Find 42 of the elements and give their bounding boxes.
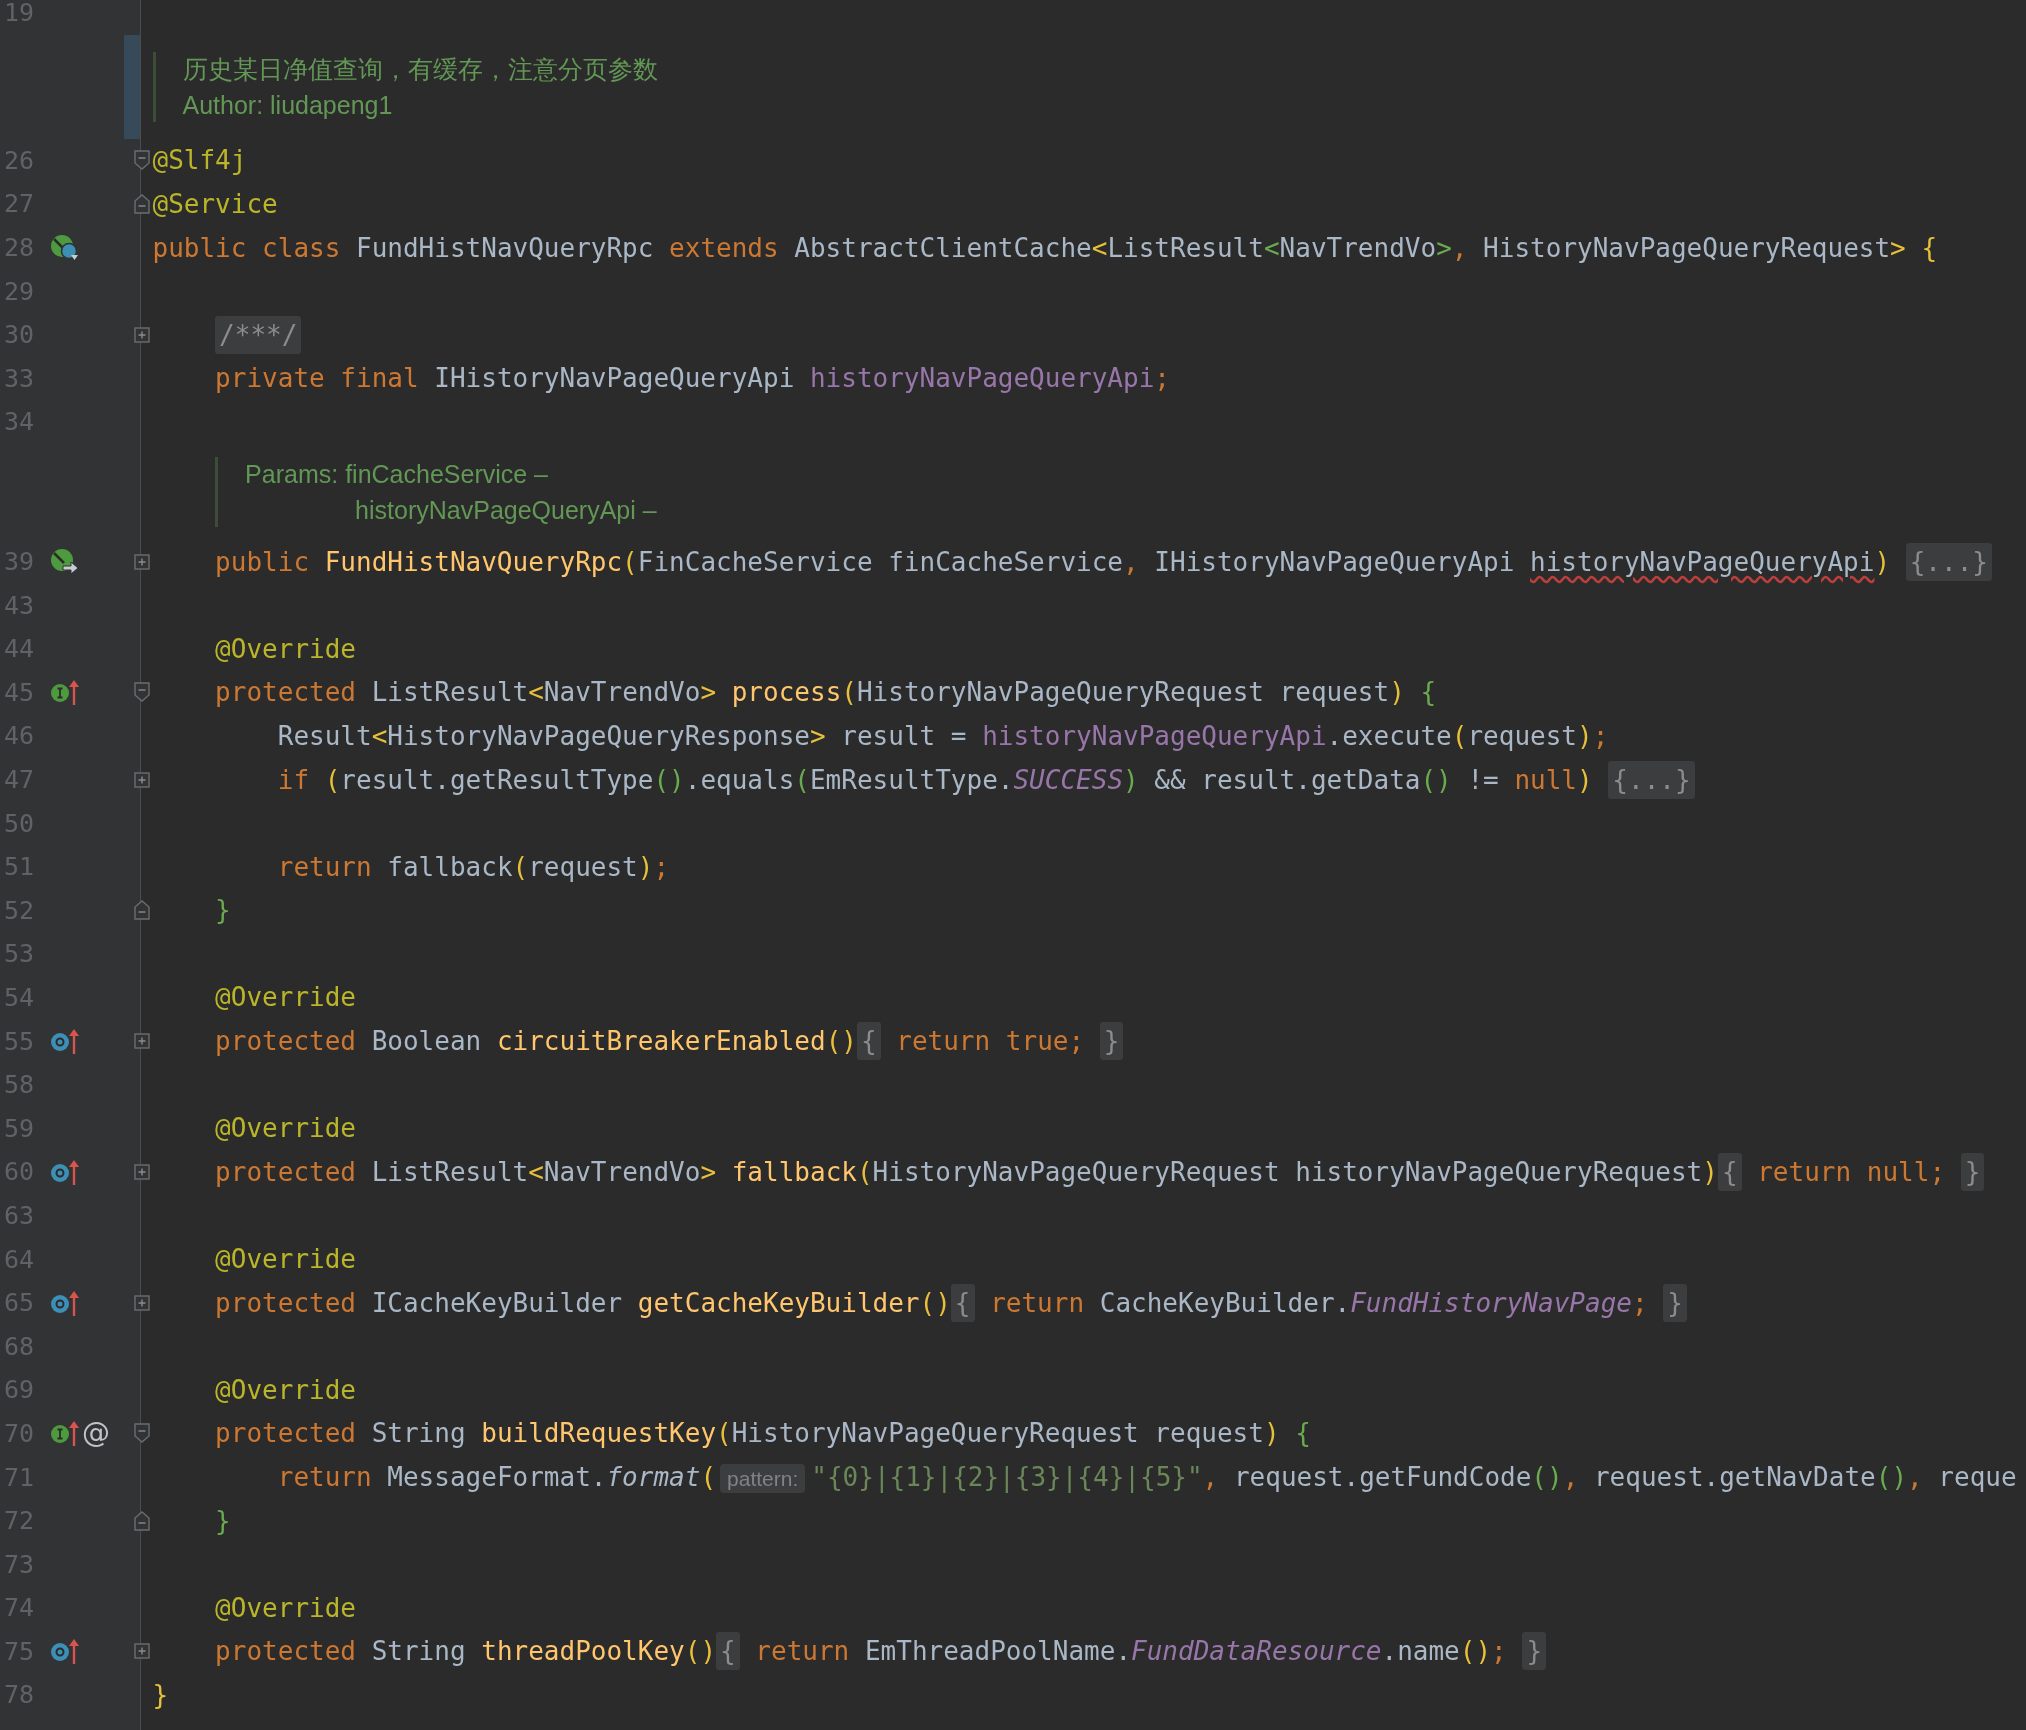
code-line: @Override xyxy=(214,1113,356,1144)
fold-minus-icon[interactable] xyxy=(133,900,150,921)
code-line: @Override xyxy=(214,1374,356,1405)
fold-minus-icon[interactable] xyxy=(133,150,150,171)
circle-up-arrow-icon[interactable] xyxy=(50,678,80,707)
code-line: return fallback(request); xyxy=(276,851,670,882)
code-line: @Override xyxy=(214,982,356,1013)
fold-plus-icon[interactable] xyxy=(133,1163,150,1180)
fold-minus-icon[interactable] xyxy=(133,682,150,703)
code-line: } xyxy=(214,1505,231,1536)
doc-comment-line: Author: liudapeng1 xyxy=(182,89,394,120)
code-line: Result<HistoryNavPageQueryResponse> result = historyNavPageQueryApi.execute(request); xyxy=(276,720,1609,751)
doc-comment-line: 历史某日净值查询，有缓存，注意分页参数 xyxy=(182,53,658,84)
fold-plus-icon[interactable] xyxy=(133,326,150,343)
fold-minus-icon[interactable] xyxy=(133,1510,150,1531)
at-sign-icon[interactable]: @ xyxy=(82,1419,110,1448)
fold-plus-icon[interactable] xyxy=(133,553,150,570)
code-line: return MessageFormat.format( pattern: "{0}|{1}|{2}|{3}|{4}|{5}", request.getFundCode(), request.getNavDate(), reque xyxy=(276,1462,2017,1492)
code-line: @Override xyxy=(214,1592,356,1623)
circle-up-arrow-icon[interactable] xyxy=(50,1419,80,1448)
code-line: @Slf4j xyxy=(152,145,247,176)
fold-plus-icon[interactable] xyxy=(133,1294,150,1311)
code-line: private final IHistoryNavPageQueryApi historyNavPageQueryApi; xyxy=(214,363,1170,394)
code-line: public class FundHistNavQueryRpc extends AbstractClientCache<ListResult<NavTrendVo>, HistoryNavPageQueryRequest> { xyxy=(152,232,1938,263)
fold-minus-icon[interactable] xyxy=(133,194,150,214)
code-line: } xyxy=(152,1680,169,1710)
fold-plus-icon[interactable] xyxy=(133,1643,150,1660)
doc-comment-line: historyNavPageQueryApi – xyxy=(354,494,657,525)
fold-minus-icon[interactable] xyxy=(133,1423,150,1444)
ring-up-arrow-icon[interactable] xyxy=(50,1027,80,1056)
leaf-arrow-icon[interactable] xyxy=(50,547,80,576)
code-line: @Service xyxy=(152,189,278,219)
code-line: @Override xyxy=(214,633,356,664)
doc-comment-line: Params: finCacheService – xyxy=(245,458,549,489)
code-line: protected String buildRequestKey(HistoryNavPageQueryRequest request) { xyxy=(214,1418,1311,1449)
fold-plus-icon[interactable] xyxy=(133,1033,150,1050)
fold-plus-icon[interactable] xyxy=(133,771,150,788)
code-line: } xyxy=(214,895,231,926)
ring-up-arrow-icon[interactable] xyxy=(50,1637,80,1666)
code-line: protected ListResult<NavTrendVo> process(HistoryNavPageQueryRequest request) { xyxy=(214,677,1437,708)
leaf-circle-icon[interactable] xyxy=(50,233,80,262)
code-line: @Override xyxy=(214,1244,356,1275)
